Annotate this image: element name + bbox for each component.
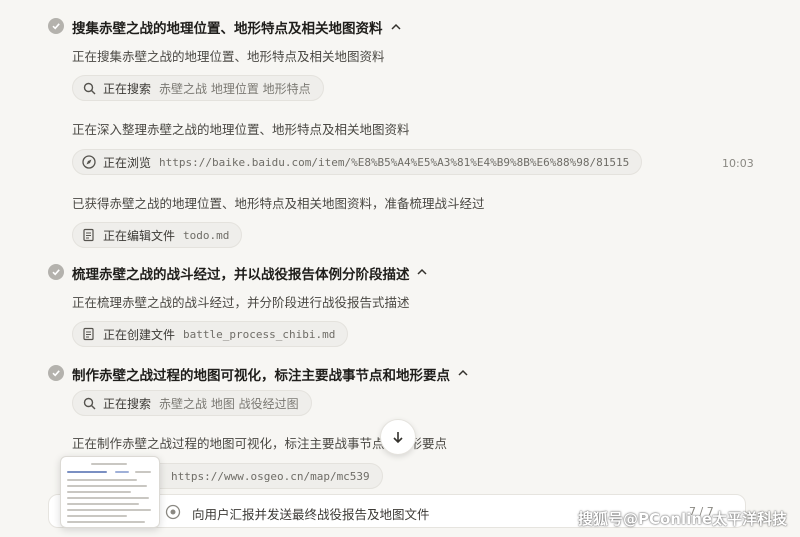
compass-icon: [81, 154, 97, 170]
step-complete-check-icon: [48, 365, 64, 381]
step-description: 正在搜集赤壁之战的地理位置、地形特点及相关地图资料: [72, 49, 385, 64]
tool-verb: 正在搜索: [103, 81, 152, 96]
tool-call-create-file[interactable]: 正在创建文件 battle_process_chibi.md: [72, 321, 349, 347]
tool-call-search[interactable]: 正在搜索 赤壁之战 地理位置 地形特点: [72, 75, 324, 101]
current-task-label: 向用户汇报并发送最终战役报告及地图文件: [192, 507, 430, 522]
step-title: 制作赤壁之战过程的地图可视化，标注主要战事节点和地形要点: [72, 368, 450, 384]
tool-call-browse[interactable]: 正在浏览 https://baike.baidu.com/item/%E8%B5…: [72, 149, 643, 175]
tool-verb: 正在搜索: [103, 396, 152, 411]
tool-call-edit-file[interactable]: 正在编辑文件 todo.md: [72, 222, 243, 248]
arrow-down-icon: [393, 432, 403, 444]
computer-preview-thumbnail[interactable]: [60, 456, 160, 528]
search-icon: [81, 395, 97, 411]
task-status-icon: [165, 504, 181, 520]
tool-verb: 正在创建文件: [103, 327, 176, 342]
search-icon: [81, 80, 97, 96]
timestamp: 10:03: [722, 157, 754, 170]
chevron-up-icon[interactable]: [416, 266, 428, 278]
step-complete-check-icon: [48, 18, 64, 34]
edit-file-icon: [81, 326, 97, 342]
tool-verb: 正在编辑文件: [103, 228, 176, 243]
tool-argument-url: https://www.osgeo.cn/map/mc539: [171, 469, 370, 483]
tool-argument-file: todo.md: [183, 228, 230, 242]
chevron-up-icon[interactable]: [390, 21, 402, 33]
tool-argument-url: https://baike.baidu.com/item/%E8%B5%A4%E…: [159, 155, 630, 169]
step-description: 正在深入整理赤壁之战的地理位置、地形特点及相关地图资料: [72, 122, 410, 137]
edit-file-icon: [81, 227, 97, 243]
tool-argument: 赤壁之战 地理位置 地形特点: [159, 81, 311, 96]
tool-verb: 正在浏览: [103, 155, 152, 170]
tool-argument: 赤壁之战 地图 战役经过图: [159, 396, 299, 411]
tool-argument-file: battle_process_chibi.md: [183, 327, 336, 341]
step-description: 已获得赤壁之战的地理位置、地形特点及相关地图资料，准备梳理战斗经过: [72, 196, 485, 211]
step-title: 梳理赤壁之战的战斗经过，并以战役报告体例分阶段描述: [72, 267, 410, 283]
chevron-up-icon[interactable]: [457, 367, 469, 379]
watermark: 搜狐号@PConline太平洋科技: [578, 510, 788, 528]
step-title: 搜集赤壁之战的地理位置、地形特点及相关地图资料: [72, 21, 383, 37]
tool-call-search[interactable]: 正在搜索 赤壁之战 地图 战役经过图: [72, 390, 312, 416]
scroll-to-bottom-button[interactable]: [380, 419, 416, 455]
step-complete-check-icon: [48, 264, 64, 280]
step-description: 正在梳理赤壁之战的战斗经过，并分阶段进行战役报告式描述: [72, 295, 410, 310]
